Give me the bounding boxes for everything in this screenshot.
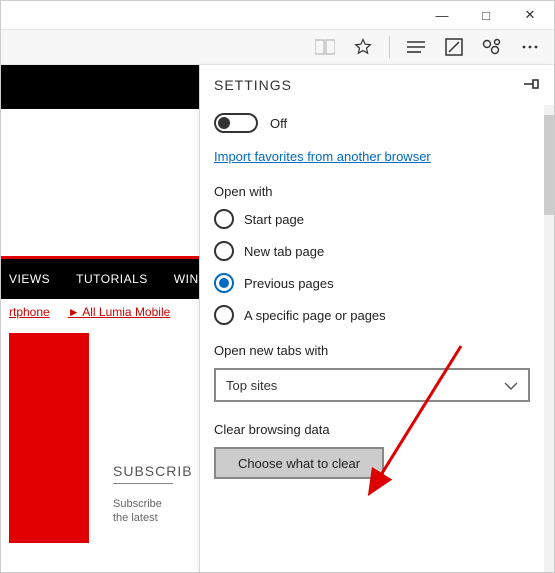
link-lumia[interactable]: ► All Lumia Mobile — [68, 305, 171, 319]
toggle-knob — [218, 117, 230, 129]
open-with-label: Open with — [214, 184, 530, 199]
radio-specific-page[interactable]: A specific page or pages — [214, 305, 530, 325]
settings-body: Off Import favorites from another browse… — [200, 105, 544, 572]
radio-label: New tab page — [244, 244, 324, 259]
radio-icon — [214, 305, 234, 325]
webnote-icon[interactable] — [442, 35, 466, 59]
share-icon[interactable] — [480, 35, 504, 59]
page-sidebar-ad — [9, 333, 89, 543]
import-favorites-link[interactable]: Import favorites from another browser — [214, 149, 530, 164]
chevron-down-icon — [504, 378, 518, 393]
link-rtphone[interactable]: rtphone — [9, 305, 50, 319]
toolbar-separator — [389, 36, 390, 58]
radio-label: Start page — [244, 212, 304, 227]
radio-label: Previous pages — [244, 276, 334, 291]
favorites-bar-toggle[interactable]: Off — [214, 113, 530, 133]
nav-item-views[interactable]: VIEWS — [9, 272, 50, 286]
more-icon[interactable] — [518, 35, 542, 59]
radio-icon — [214, 209, 234, 229]
open-tabs-label: Open new tabs with — [214, 343, 530, 358]
nav-item-tutorials[interactable]: TUTORIALS — [76, 272, 148, 286]
toggle-label: Off — [270, 116, 287, 131]
settings-header: SETTINGS — [200, 65, 554, 105]
choose-what-to-clear-button[interactable]: Choose what to clear — [214, 447, 384, 479]
radio-label: A specific page or pages — [244, 308, 386, 323]
favorites-star-icon[interactable] — [351, 35, 375, 59]
radio-previous-pages[interactable]: Previous pages — [214, 273, 530, 293]
pane-scrollbar[interactable] — [544, 105, 554, 572]
radio-new-tab-page[interactable]: New tab page — [214, 241, 530, 261]
minimize-button[interactable]: — — [432, 8, 452, 23]
radio-icon — [214, 241, 234, 261]
radio-start-page[interactable]: Start page — [214, 209, 530, 229]
open-tabs-select[interactable]: Top sites — [214, 368, 530, 402]
button-label: Choose what to clear — [238, 456, 360, 471]
clear-data-label: Clear browsing data — [214, 422, 530, 437]
pin-icon[interactable] — [524, 77, 540, 94]
subscribe-heading-2: SUBSCRIB — [113, 463, 173, 484]
hub-icon[interactable] — [404, 35, 428, 59]
browser-toolbar — [1, 29, 554, 65]
settings-title: SETTINGS — [214, 77, 292, 93]
reading-view-icon[interactable] — [313, 35, 337, 59]
maximize-button[interactable]: □ — [476, 8, 496, 23]
close-button[interactable]: ✕ — [520, 7, 540, 23]
window-controls: — □ ✕ — [1, 1, 554, 29]
select-value: Top sites — [226, 378, 277, 393]
radio-icon — [214, 273, 234, 293]
pane-scroll-thumb[interactable] — [544, 115, 554, 215]
settings-pane: SETTINGS Off Import favorites from anoth… — [199, 65, 554, 572]
toggle-track[interactable] — [214, 113, 258, 133]
